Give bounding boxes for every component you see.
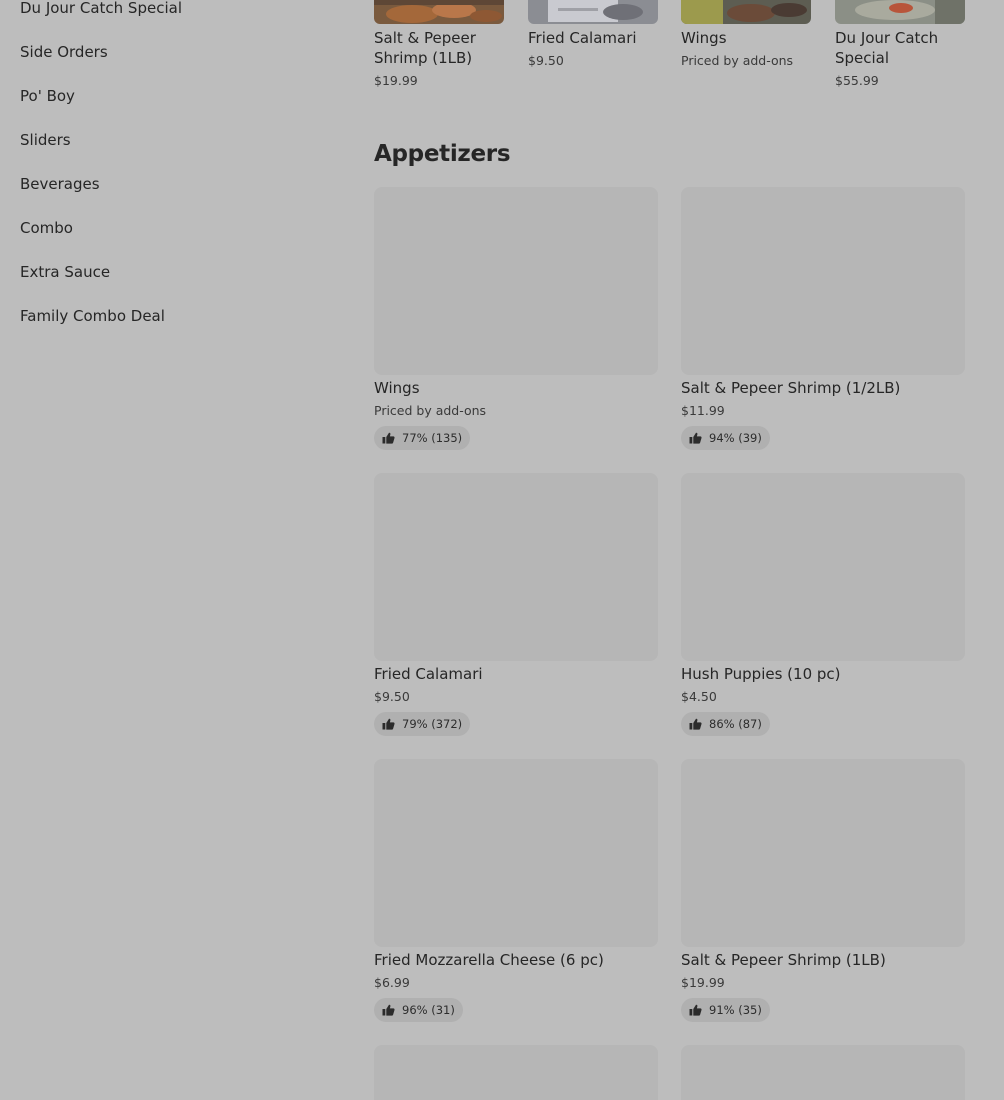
shrimp-photo bbox=[374, 0, 504, 24]
featured-item-image[interactable] bbox=[528, 0, 658, 24]
rating-badge: 96% (31) bbox=[374, 998, 463, 1022]
menu-item-image[interactable] bbox=[374, 187, 658, 375]
thumbs-up-icon bbox=[689, 718, 702, 730]
rating-text: 94% (39) bbox=[709, 431, 762, 445]
featured-item-price: Priced by add-ons bbox=[681, 53, 794, 68]
menu-item-name: Hush Puppies (10 pc) bbox=[681, 665, 841, 683]
menu-item-image[interactable] bbox=[681, 187, 965, 375]
rating-text: 96% (31) bbox=[402, 1003, 455, 1017]
featured-item-name: Fried Calamari bbox=[528, 29, 637, 47]
featured-item-image[interactable] bbox=[374, 0, 504, 24]
sidebar-item-family-combo-deal[interactable]: Family Combo Deal bbox=[20, 306, 165, 326]
sidebar-item-combo[interactable]: Combo bbox=[20, 218, 73, 238]
featured-item-name: Salt & Pepeer Shrimp (1LB) bbox=[374, 29, 476, 67]
sidebar-item-sliders[interactable]: Sliders bbox=[20, 130, 71, 150]
menu-item-price: $6.99 bbox=[374, 975, 410, 990]
calamari-photo bbox=[528, 0, 658, 24]
catch-special-photo bbox=[835, 0, 965, 24]
thumbs-up-icon bbox=[382, 718, 395, 730]
rating-text: 86% (87) bbox=[709, 717, 762, 731]
menu-item-image[interactable] bbox=[374, 473, 658, 661]
thumbs-up-icon bbox=[382, 432, 395, 444]
thumbs-up-icon bbox=[689, 1004, 702, 1016]
sidebar-item-po-boy[interactable]: Po' Boy bbox=[20, 86, 75, 106]
sidebar-item-extra-sauce[interactable]: Extra Sauce bbox=[20, 262, 110, 282]
rating-badge: 79% (372) bbox=[374, 712, 471, 736]
menu-item-price: $11.99 bbox=[681, 403, 725, 418]
menu-item-image[interactable] bbox=[681, 473, 965, 661]
menu-item-name: Wings bbox=[374, 379, 420, 397]
wings-photo bbox=[681, 0, 811, 24]
section-title-appetizers: Appetizers bbox=[374, 141, 511, 167]
rating-text: 77% (135) bbox=[402, 431, 463, 445]
featured-item-price: $55.99 bbox=[835, 73, 879, 88]
featured-item-name: Du Jour Catch Special bbox=[835, 29, 939, 67]
sidebar-item-beverages[interactable]: Beverages bbox=[20, 174, 100, 194]
menu-item-price: $9.50 bbox=[374, 689, 410, 704]
rating-badge: 91% (35) bbox=[681, 998, 770, 1022]
menu-item-image[interactable] bbox=[374, 759, 658, 947]
featured-item-image[interactable] bbox=[681, 0, 811, 24]
menu-item-name: Salt & Pepeer Shrimp (1/2LB) bbox=[681, 379, 901, 397]
menu-item-image[interactable] bbox=[681, 1045, 965, 1100]
menu-item-name: Fried Calamari bbox=[374, 665, 483, 683]
rating-badge: 77% (135) bbox=[374, 426, 471, 450]
menu-item-image[interactable] bbox=[681, 759, 965, 947]
rating-text: 91% (35) bbox=[709, 1003, 762, 1017]
rating-text: 79% (372) bbox=[402, 717, 463, 731]
featured-item-price: $19.99 bbox=[374, 73, 418, 88]
thumbs-up-icon bbox=[382, 1004, 395, 1016]
menu-item-image[interactable] bbox=[374, 1045, 658, 1100]
featured-item-price: $9.50 bbox=[528, 53, 564, 68]
sidebar-item-side-orders[interactable]: Side Orders bbox=[20, 42, 108, 62]
menu-item-name: Salt & Pepeer Shrimp (1LB) bbox=[681, 951, 886, 969]
menu-item-name: Fried Mozzarella Cheese (6 pc) bbox=[374, 951, 604, 969]
menu-page: Du Jour Catch Special Side Orders Po' Bo… bbox=[0, 0, 1004, 1100]
menu-item-price: Priced by add-ons bbox=[374, 403, 487, 418]
menu-item-price: $19.99 bbox=[681, 975, 725, 990]
menu-item-price: $4.50 bbox=[681, 689, 717, 704]
featured-item-image[interactable] bbox=[835, 0, 965, 24]
featured-item-name: Wings bbox=[681, 29, 727, 47]
rating-badge: 86% (87) bbox=[681, 712, 770, 736]
thumbs-up-icon bbox=[689, 432, 702, 444]
rating-badge: 94% (39) bbox=[681, 426, 770, 450]
sidebar-item-du-jour-catch-special[interactable]: Du Jour Catch Special bbox=[20, 0, 182, 18]
